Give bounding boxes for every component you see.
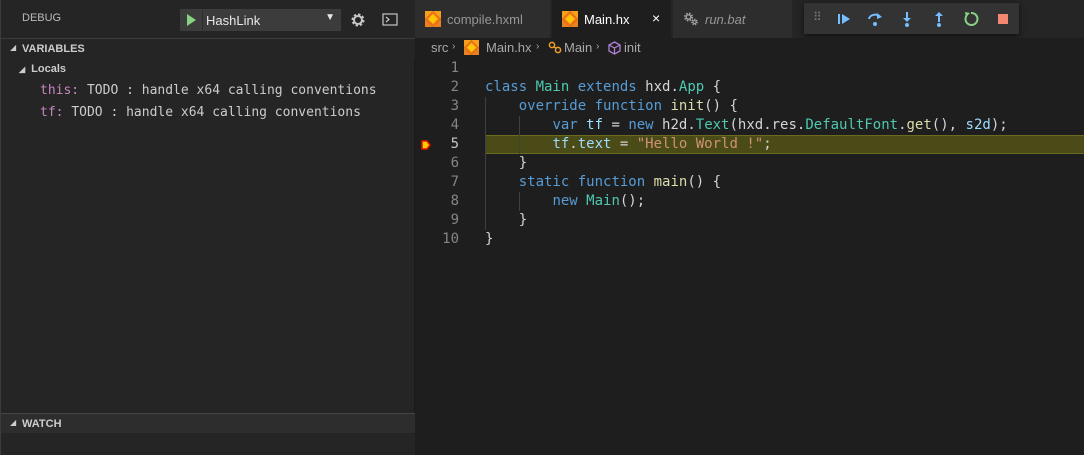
locals-scope[interactable]: ◢ Locals [19,63,66,75]
expanded-caret-icon: ◢ [10,43,17,52]
restart-icon[interactable] [962,10,980,28]
chevron-right-icon: › [536,41,540,52]
code-line[interactable]: } [485,211,527,230]
tab-main-hx[interactable]: Main.hx × [552,0,672,38]
watch-label: WATCH [22,418,62,430]
stop-icon[interactable] [994,10,1012,28]
line-number: 8 [450,193,459,209]
code-line[interactable]: } [485,154,527,173]
line-number: 1 [450,60,459,76]
chevron-right-icon: › [596,41,600,52]
breadcrumb-folder[interactable]: src [431,40,448,55]
continue-icon[interactable] [835,10,853,28]
breadcrumb: src › Main.hx › Main › init [415,38,1084,58]
variable-value: TODO : handle x64 calling conventions [86,83,377,98]
tab-compile-hxml[interactable]: compile.hxml [415,0,551,38]
debug-sidebar: DEBUG HashLink ▼ ◢ VARIABLES ◢ Locals thi… [0,0,416,455]
gears-icon [684,12,698,26]
close-icon[interactable]: × [652,10,660,26]
line-number: 4 [450,117,459,133]
play-icon [187,14,196,26]
line-number: 10 [442,231,459,247]
breadcrumb-method[interactable]: init [624,40,641,55]
line-number: 2 [450,79,459,95]
variable-row[interactable]: tf: TODO : handle x64 calling convention… [40,105,361,120]
code-line[interactable]: class Main extends hxd.App { [485,78,721,97]
debug-console-icon[interactable] [382,13,398,27]
variable-name: tf: [40,105,64,120]
debug-toolbar: ⠿ [804,3,1019,34]
breadcrumb-class[interactable]: Main [564,40,592,55]
line-number: 9 [450,212,459,228]
line-number: 3 [450,98,459,114]
variables-label: VARIABLES [22,43,85,55]
step-out-icon[interactable] [930,10,948,28]
watch-section-header[interactable]: ◢ WATCH [1,413,416,433]
launch-config-name: HashLink [206,13,261,28]
code-line[interactable]: var tf = new h2d.Text(hxd.res.DefaultFon… [485,116,1007,135]
line-number-current: 5 [450,136,459,152]
line-number: 7 [450,174,459,190]
watch-panel [1,434,416,455]
tab-label: run.bat [705,12,746,27]
class-icon [548,41,562,54]
line-number: 6 [450,155,459,171]
method-icon [608,41,621,55]
code-line[interactable]: } [485,230,493,249]
launch-config-select[interactable]: HashLink ▼ [180,9,341,31]
expanded-caret-icon: ◢ [19,65,26,74]
chevron-right-icon: › [452,41,456,52]
tab-run-bat[interactable]: run.bat [673,0,793,38]
step-over-icon[interactable] [866,10,884,28]
tab-label: compile.hxml [447,12,523,27]
code-editor[interactable]: 1 2 3 4 5 6 7 8 9 10 class Main extends … [415,58,1084,455]
locals-label: Locals [31,63,67,75]
tab-label: Main.hx [584,12,630,27]
code-line[interactable]: static function main() { [485,173,721,192]
chevron-down-icon: ▼ [325,12,335,23]
gear-icon[interactable] [350,12,366,28]
drag-handle-icon[interactable]: ⠿ [813,10,822,24]
haxe-icon [425,11,441,27]
code-line[interactable]: tf.text = "Hello World !"; [485,135,771,154]
haxe-icon [464,40,479,55]
variables-section-header[interactable]: ◢ VARIABLES [1,38,416,58]
expanded-caret-icon: ◢ [10,418,17,427]
breadcrumb-file[interactable]: Main.hx [486,40,532,55]
step-into-icon[interactable] [898,10,916,28]
code-line[interactable]: override function init() { [485,97,738,116]
code-line[interactable]: new Main(); [485,192,645,211]
variable-name: this: [40,83,80,98]
debug-header: DEBUG HashLink ▼ [1,0,416,38]
start-debugging-button[interactable] [181,10,203,30]
variable-value: TODO : handle x64 calling conventions [71,105,361,120]
variable-row[interactable]: this: TODO : handle x64 calling conventi… [40,83,377,98]
haxe-icon [562,11,578,27]
debug-title: DEBUG [22,12,62,24]
